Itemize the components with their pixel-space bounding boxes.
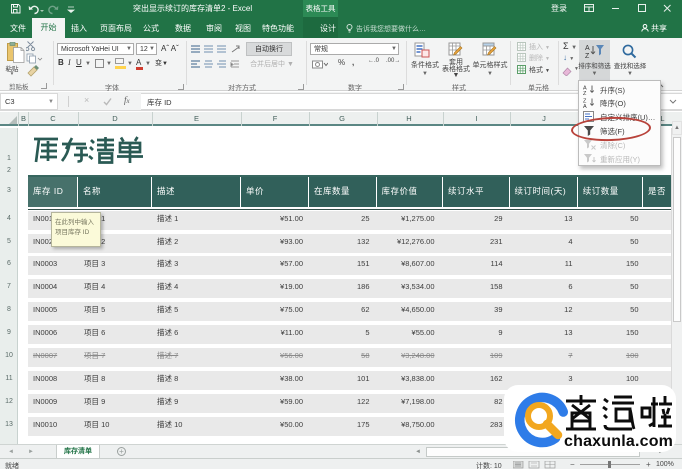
svg-text:A: A (583, 104, 587, 108)
svg-text:Z: Z (585, 53, 590, 58)
svg-text:A: A (585, 45, 590, 52)
